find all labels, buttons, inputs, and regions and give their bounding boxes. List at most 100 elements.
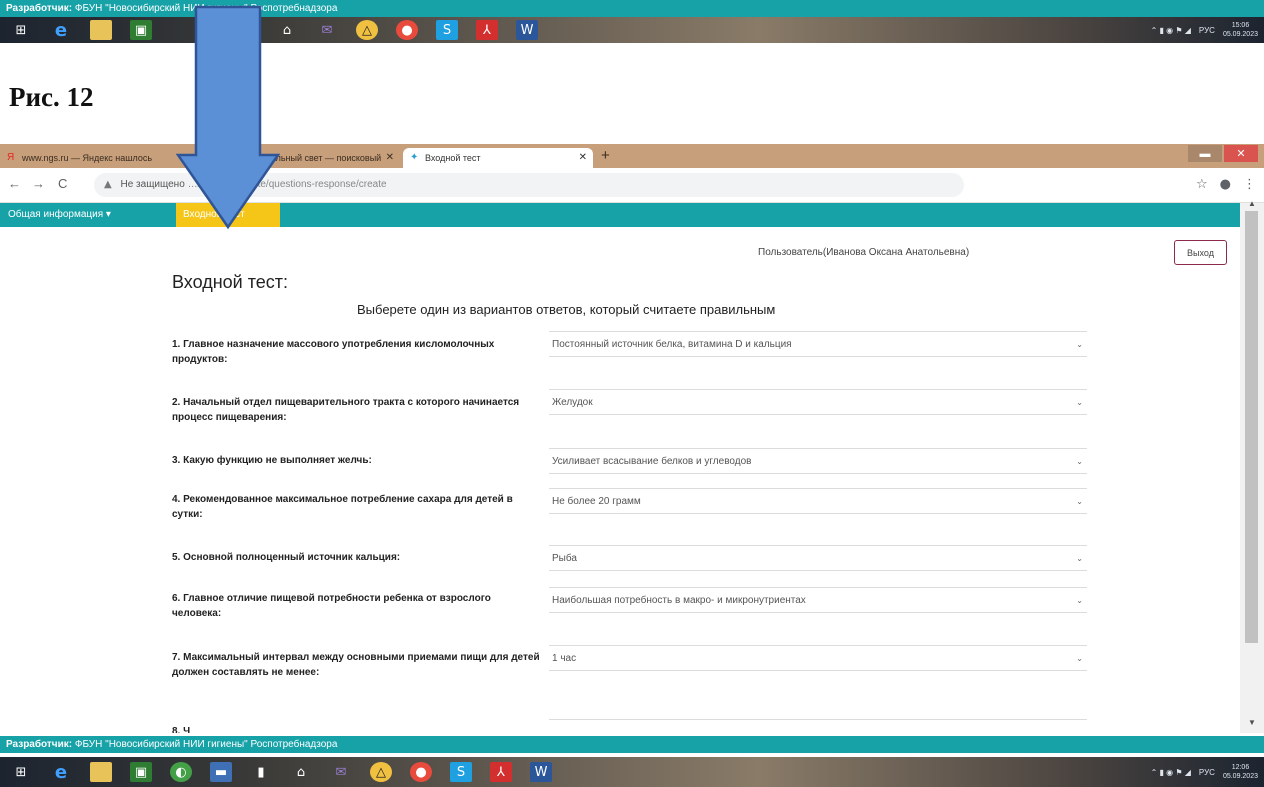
pdf-icon[interactable]: ⅄ [476,20,498,40]
mail-icon[interactable]: ✉ [316,20,338,40]
yandex-icon: Я [7,152,15,163]
question-8-label: 8. Ч [172,726,191,733]
system-tray: ⌃ ▮ ◉ ⚑ ◢ РУС 12:06 05.09.2023 [1151,757,1258,787]
close-window-icon[interactable]: ✕ [1224,145,1258,162]
question-1-select[interactable]: Постоянный источник белка, витамина D и … [549,331,1087,357]
store-icon[interactable]: ▣ [130,20,152,40]
question-4-select[interactable]: Не более 20 грамм ⌄ [549,488,1087,514]
selected-answer: Усиливает всасывание белков и углеводов [552,456,752,467]
clock[interactable]: 12:06 05.09.2023 [1223,763,1258,781]
tray-language[interactable]: РУС [1199,768,1215,777]
site-icon: ✦ [410,152,419,163]
word-icon[interactable]: W [530,762,552,782]
question-4-label: 4. Рекомендованное максимальное потребле… [172,494,513,520]
question-8-select[interactable] [549,719,1087,733]
tab-yandex-1[interactable]: Я www.ngs.ru — Яндекс нашлось [0,148,172,168]
page-scrollbar[interactable]: ▲ ▼ [1240,199,1264,733]
scrollbar-thumb[interactable] [1245,211,1258,643]
question-6-select[interactable]: Наибольшая потребность в макро- и микрон… [549,587,1087,613]
developer-text: ФБУН "Новосибирский НИИ гигиены" Роспотр… [74,739,338,750]
page-content: Пользователь(Иванова Оксана Анатольевна)… [0,227,1240,733]
question-6-label: 6. Главное отличие пищевой потребности р… [172,593,491,619]
windows-start-icon[interactable]: ⊞ [10,20,32,40]
chevron-down-icon: ⌄ [1076,654,1083,663]
clock-time: 15:06 [1231,22,1250,29]
browser-window: Я www.ngs.ru — Яндекс нашлось Специальны… [0,144,1264,733]
tray-icons[interactable]: ⌃ ▮ ◉ ⚑ ◢ [1151,26,1191,35]
ie-icon[interactable]: e [50,20,72,41]
logout-button[interactable]: Выход [1174,240,1227,265]
folder-icon[interactable] [90,762,112,782]
chrome-icon[interactable]: ● [410,762,432,782]
developer-label: Разработчик: [6,739,73,750]
warning-icon: ▲ [104,179,112,190]
question-7-select[interactable]: 1 час ⌄ [549,645,1087,671]
word-icon[interactable]: W [516,20,538,40]
chevron-down-icon: ⌄ [1076,554,1083,563]
question-3-select[interactable]: Усиливает всасывание белков и углеводов ⌄ [549,448,1087,474]
tray-icons[interactable]: ⌃ ▮ ◉ ⚑ ◢ [1151,768,1191,777]
profile-icon[interactable]: ● [1220,177,1231,192]
question-5-label: 5. Основной полноценный источник кальция… [172,552,401,563]
document-icon[interactable]: ▮ [250,762,272,782]
chevron-down-icon: ⌄ [1076,497,1083,506]
tab-title: www.ngs.ru — Яндекс нашлось [22,153,153,163]
bookmark-star-icon[interactable]: ☆ [1196,177,1208,192]
triangle-app-icon[interactable]: △ [370,762,392,782]
new-tab-button[interactable]: + [601,147,610,164]
page-title: Входной тест: [172,272,289,292]
skype-icon[interactable]: S [436,20,458,40]
pdf-icon[interactable]: ⅄ [490,762,512,782]
home-icon[interactable]: ⌂ [290,762,312,782]
selected-answer: Постоянный источник белка, витамина D и … [552,339,792,350]
question-2-select[interactable]: Желудок ⌄ [549,389,1087,415]
question-5-select[interactable]: Рыба ⌄ [549,545,1087,571]
selected-answer: 1 час [552,653,577,664]
clock-date: 05.09.2023 [1222,31,1258,38]
folder-icon[interactable] [90,20,112,40]
taskbar-bottom: ⊞ e ▣ ◐ ▬ ▮ ⌂ ✉ △ ● S ⅄ W ⌃ ▮ ◉ ⚑ ◢ РУС … [0,757,1264,787]
tab-title: Входной тест [425,153,481,163]
selected-answer: Наибольшая потребность в макро- и микрон… [552,595,806,606]
minimize-icon[interactable]: ▬ [1188,145,1222,162]
ie-icon[interactable]: e [50,762,72,783]
system-tray: ⌃ ▮ ◉ ⚑ ◢ РУС 15:06 05.09.2023 [1151,17,1258,43]
selected-answer: Рыба [552,553,577,564]
scroll-down-icon[interactable]: ▼ [1248,718,1256,727]
question-2-label: 2. Начальный отдел пищеварительного трак… [172,397,520,423]
selected-answer: Не более 20 грамм [552,496,641,507]
menu-dots-icon[interactable]: ⋮ [1243,177,1256,192]
toolbar-right: ☆ ● ⋮ [1196,177,1256,192]
chevron-down-icon: ⌄ [1076,340,1083,349]
torrent-icon[interactable]: ◐ [170,762,192,782]
store-icon[interactable]: ▣ [130,762,152,782]
reload-icon[interactable]: C [58,176,67,191]
windows-start-icon[interactable]: ⊞ [10,762,32,782]
tray-language[interactable]: РУС [1199,26,1215,35]
clock-time: 12:06 [1231,764,1250,771]
question-7-label: 7. Максимальный интервал между основными… [172,652,540,678]
skype-icon[interactable]: S [450,762,472,782]
triangle-app-icon[interactable]: △ [356,20,378,40]
monitor-icon[interactable]: ▬ [210,762,232,782]
selected-answer: Желудок [552,397,593,408]
chevron-down-icon: ⌄ [1076,457,1083,466]
clock[interactable]: 15:06 05.09.2023 [1223,21,1258,39]
clock-date: 05.09.2023 [1222,773,1258,780]
question-3-label: 3. Какую функцию не выполняет желчь: [172,455,372,466]
down-arrow-annotation [176,5,280,230]
close-tab-icon[interactable]: ✕ [386,148,394,168]
question-1-label: 1. Главное назначение массового употребл… [172,339,495,365]
forward-icon[interactable]: → [32,176,45,191]
tab-input-test[interactable]: ✦ Входной тест ✕ [403,148,593,168]
chrome-icon[interactable]: ● [396,20,418,40]
scroll-up-icon[interactable]: ▲ [1248,199,1256,208]
current-user: Пользователь(Иванова Оксана Анатольевна) [758,247,970,258]
menu-general-info[interactable]: Общая информация ▾ [0,203,174,227]
instruction-text: Выберете один из вариантов ответов, кото… [357,302,776,317]
developer-label: Разработчик: [6,3,73,14]
close-tab-icon[interactable]: ✕ [579,148,587,168]
mail-icon[interactable]: ✉ [330,762,352,782]
chevron-down-icon: ⌄ [1076,596,1083,605]
back-icon[interactable]: ← [8,176,21,191]
